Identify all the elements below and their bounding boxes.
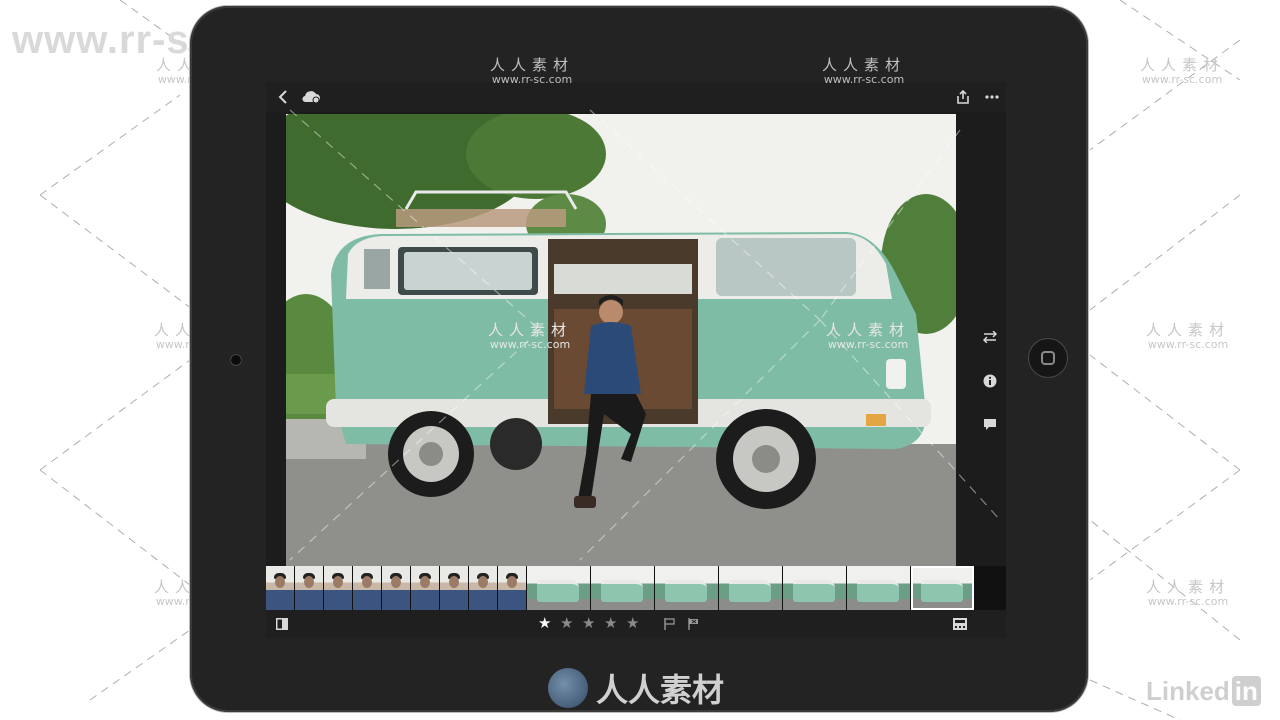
watermark-stamp: 人人素材 www.rr-sc.com — [490, 56, 575, 86]
share-button[interactable] — [954, 88, 972, 106]
watermark-stamp: 人人素材 www.rr-sc.com — [822, 56, 907, 86]
compare-view-button[interactable] — [274, 616, 290, 632]
linkedin-watermark: Linked in — [1146, 676, 1261, 707]
filmstrip-thumbnail[interactable] — [591, 566, 654, 610]
pick-flag-button[interactable] — [662, 617, 676, 631]
adjust-sliders-icon — [983, 331, 997, 343]
filmstrip-toggle-button[interactable] — [952, 616, 968, 632]
back-button[interactable] — [274, 88, 292, 106]
brand-watermark: 人人素材 — [548, 666, 724, 710]
filmstrip-thumbnail[interactable] — [295, 566, 323, 610]
star-icon[interactable]: ★ — [538, 616, 551, 631]
filmstrip-toggle-icon — [953, 618, 967, 630]
watermark-stamp: 人人素材 www.rr-sc.com — [488, 321, 573, 351]
comment-icon — [984, 419, 996, 430]
share-icon — [957, 90, 969, 104]
filmstrip-thumbnail[interactable] — [353, 566, 381, 610]
watermark-stamp: 人人素材 www.rr-sc.com — [1146, 578, 1231, 608]
reject-flag-button[interactable] — [686, 617, 700, 631]
filmstrip-thumbnail[interactable] — [498, 566, 526, 610]
star-icon[interactable]: ★ — [560, 616, 573, 631]
filmstrip-thumbnail[interactable] — [324, 566, 352, 610]
filmstrip-thumbnail[interactable] — [783, 566, 846, 610]
filmstrip-thumbnail[interactable] — [655, 566, 718, 610]
filmstrip-thumbnail[interactable] — [411, 566, 439, 610]
cloud-sync-button[interactable] — [300, 88, 322, 106]
watermark-stamp: 人人素材 www.rr-sc.com — [1146, 321, 1231, 351]
watermark-stamp: 人人素材 www.rr-sc.com — [826, 321, 911, 351]
bottom-toolbar: ★ ★ ★ ★ ★ — [266, 610, 1006, 638]
reject-flag-icon — [687, 618, 698, 630]
filmstrip-thumbnail[interactable] — [440, 566, 468, 610]
filmstrip-thumbnail[interactable] — [527, 566, 590, 610]
front-camera — [230, 354, 242, 366]
lightroom-loupe-view: ★ ★ ★ ★ ★ — [266, 82, 1006, 638]
star-icon[interactable]: ★ — [626, 616, 639, 631]
adjust-button[interactable] — [979, 326, 1001, 348]
top-toolbar — [266, 82, 1006, 112]
info-icon — [983, 374, 997, 388]
star-icon[interactable]: ★ — [582, 616, 595, 631]
filmstrip-thumbnail[interactable] — [847, 566, 910, 610]
chevron-left-icon — [278, 90, 287, 104]
cloud-sync-icon — [302, 91, 320, 104]
filmstrip — [266, 566, 1006, 610]
star-icon[interactable]: ★ — [604, 616, 617, 631]
home-button[interactable] — [1028, 338, 1068, 378]
brand-logo-icon — [548, 668, 588, 708]
pick-flag-icon — [663, 618, 675, 630]
more-dots-icon — [985, 95, 999, 99]
filmstrip-thumbnail[interactable] — [469, 566, 497, 610]
watermark-stamp: 人人素材 www.rr-sc.com — [1140, 56, 1225, 86]
filmstrip-thumbnail[interactable] — [911, 566, 974, 610]
more-options-button[interactable] — [982, 88, 1002, 106]
filmstrip-thumbnail[interactable] — [382, 566, 410, 610]
info-button[interactable] — [979, 370, 1001, 392]
filmstrip-thumbnail[interactable] — [719, 566, 782, 610]
home-button-icon — [1041, 351, 1055, 365]
filmstrip-thumbnail[interactable] — [266, 566, 294, 610]
comment-button[interactable] — [979, 414, 1001, 436]
before-after-icon — [276, 618, 288, 630]
